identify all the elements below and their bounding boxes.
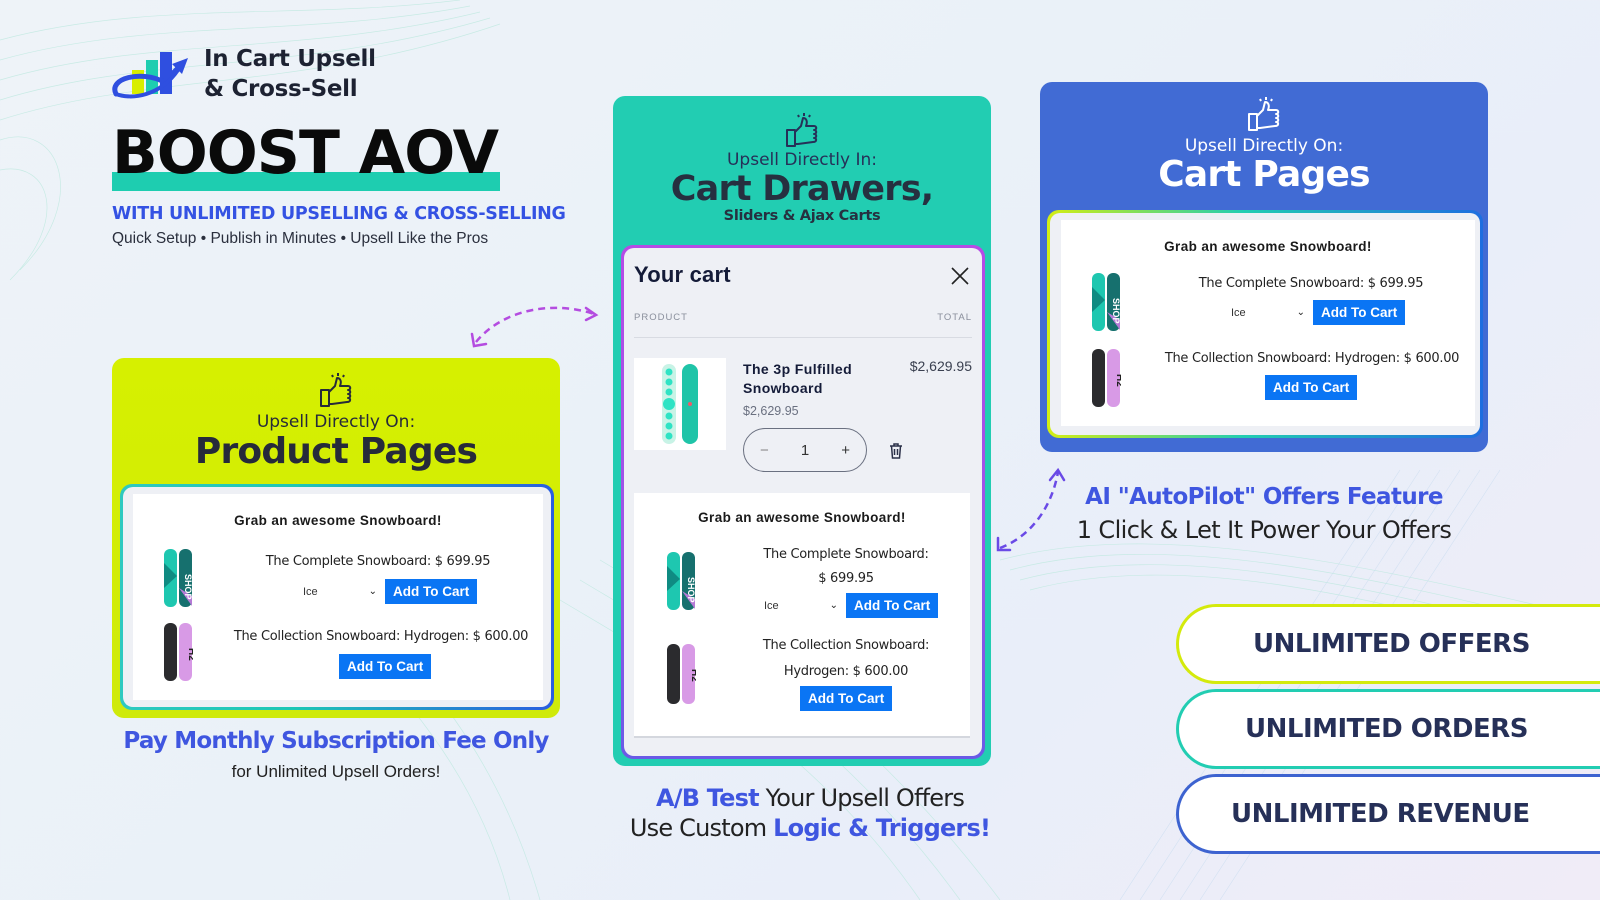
upsell-title: Grab an awesome Snowboard!	[1164, 239, 1372, 254]
card-subtitle: Sliders & Ajax Carts	[723, 208, 881, 224]
add-to-cart-button[interactable]: Add To Cart	[800, 686, 893, 711]
cart-item-total: $2,629.95	[909, 358, 972, 374]
snowboard-3p-image	[662, 364, 698, 444]
ab-test-line2: Use Custom Logic & Triggers!	[629, 814, 991, 842]
brand-header: In Cart Upsell & Cross-Sell	[112, 44, 376, 104]
cart-pages-card: Upsell Directly On: Cart Pages Grab an a…	[1040, 82, 1488, 452]
dashed-arrow-right	[996, 467, 1066, 552]
add-to-cart-button[interactable]: Add To Cart	[385, 579, 478, 604]
svg-text:H2: H2	[186, 648, 193, 661]
upsell-widget: Grab an awesome Snowboard! SHOP The Comp…	[133, 494, 543, 700]
divider	[634, 337, 972, 338]
upsell-item-name: The Collection Snowboard: Hydrogen: $ 60…	[1164, 351, 1460, 366]
benefit-pill-offers: UNLIMITED OFFERS	[1176, 604, 1600, 684]
trash-icon[interactable]	[889, 443, 903, 459]
product-pages-card: Upsell Directly On: Product Pages Grab a…	[112, 358, 560, 718]
upsell-item-name: The Complete Snowboard: $ 699.95	[763, 547, 929, 586]
card-kicker: Upsell Directly On:	[1184, 136, 1344, 156]
variant-value: Ice	[764, 599, 779, 612]
svg-text:H2: H2	[1114, 374, 1121, 387]
dashed-arrow-left	[470, 306, 599, 348]
snowboard-collection-image: H2	[667, 644, 696, 704]
variant-value: Ice	[1231, 306, 1246, 319]
snowboard-complete-image: SHOP	[667, 552, 696, 610]
snowboard-collection-image: H2	[164, 623, 193, 681]
cart-item-image	[634, 358, 726, 450]
hero-headline: BOOST AOV	[112, 118, 500, 191]
ab-test-line1: A/B Test Your Upsell Offers	[655, 784, 965, 812]
hero-subhead: WITH UNLIMITED UPSELLING & CROSS-SELLING	[112, 204, 566, 224]
variant-value: Ice	[303, 585, 318, 598]
benefit-pill-orders: UNLIMITED ORDERS	[1176, 689, 1600, 769]
benefit-label: UNLIMITED REVENUE	[1231, 799, 1530, 829]
svg-text:SHOP: SHOP	[686, 577, 696, 603]
benefit-label: UNLIMITED OFFERS	[1253, 629, 1530, 659]
quantity-increment-button[interactable]: +	[841, 442, 850, 459]
add-to-cart-button[interactable]: Add To Cart	[1265, 375, 1358, 400]
autopilot-title: AI "AutoPilot" Offers Feature	[1085, 484, 1443, 510]
snowboard-complete-image: SHOP	[1092, 273, 1121, 331]
chevron-down-icon: ⌄	[829, 600, 838, 611]
svg-text:H2: H2	[689, 669, 696, 682]
add-to-cart-button[interactable]: Add To Cart	[339, 654, 432, 679]
upsell-widget: Grab an awesome Snowboard! SHOP The Comp…	[634, 493, 970, 738]
cart-heading: Your cart	[634, 262, 731, 287]
upsell-item-name: The Complete Snowboard: $ 699.95	[1198, 276, 1424, 291]
card-title: Cart Drawers,	[670, 169, 934, 209]
column-product: PRODUCT	[634, 312, 688, 323]
card-title: Product Pages	[194, 431, 478, 472]
cart-drawer-card: Upsell Directly In: Cart Drawers, Slider…	[613, 96, 991, 766]
benefit-pill-revenue: UNLIMITED REVENUE	[1176, 774, 1600, 854]
svg-text:SHOP: SHOP	[1111, 298, 1121, 324]
snowboard-complete-image: SHOP	[164, 549, 193, 607]
add-to-cart-button[interactable]: Add To Cart	[846, 593, 939, 618]
brand-name-line2: & Cross-Sell	[204, 76, 358, 102]
chevron-down-icon: ⌄	[1296, 307, 1305, 318]
upsell-widget: Grab an awesome Snowboard! SHOP The Comp…	[1061, 220, 1475, 426]
card-kicker: Upsell Directly On:	[256, 412, 416, 432]
cart-drawer-frame: Your cart PRODUCT TOTAL The 3p Fulfilled…	[621, 245, 985, 759]
upsell-title: Grab an awesome Snowboard!	[698, 510, 906, 525]
chevron-down-icon: ⌄	[368, 586, 377, 597]
cart-item-unit-price: $2,629.95	[743, 404, 799, 418]
add-to-cart-button[interactable]: Add To Cart	[1313, 300, 1406, 325]
upsell-item-name: The Collection Snowboard: Hydrogen: $ 60…	[762, 638, 930, 679]
variant-select[interactable]: Ice ⌄	[1231, 300, 1309, 325]
thumbs-up-icon	[786, 113, 818, 147]
cart-item-name: The 3p Fulfilled Snowboard	[743, 361, 853, 396]
upsell-widget-frame: Grab an awesome Snowboard! SHOP The Comp…	[120, 484, 554, 710]
thumbs-up-icon	[1248, 97, 1280, 131]
variant-select[interactable]: Ice ⌄	[303, 579, 381, 604]
quantity-value[interactable]: 1	[801, 442, 809, 459]
thumbs-up-icon	[320, 373, 352, 407]
hero-tagline: Quick Setup • Publish in Minutes • Upsel…	[112, 230, 489, 247]
quantity-stepper: − 1 +	[743, 428, 867, 472]
column-total: TOTAL	[937, 312, 972, 323]
upsell-title: Grab an awesome Snowboard!	[234, 513, 442, 528]
close-icon[interactable]	[950, 266, 970, 286]
svg-text:SHOP: SHOP	[183, 574, 193, 600]
pricing-subtitle: for Unlimited Upsell Orders!	[231, 762, 441, 781]
quantity-decrement-button[interactable]: −	[760, 442, 769, 459]
upsell-item-name: The Complete Snowboard: $ 699.95	[265, 554, 491, 569]
autopilot-subtitle: 1 Click & Let It Power Your Offers	[1076, 516, 1452, 544]
card-kicker: Upsell Directly In:	[726, 150, 877, 170]
benefit-label: UNLIMITED ORDERS	[1245, 714, 1529, 744]
upsell-widget-frame: Grab an awesome Snowboard! SHOP The Comp…	[1047, 210, 1483, 438]
pricing-title: Pay Monthly Subscription Fee Only	[123, 728, 549, 754]
headline-text: BOOST AOV	[112, 118, 499, 188]
upsell-item-name: The Collection Snowboard: Hydrogen: $ 60…	[233, 629, 529, 644]
growth-chart-logo-icon	[112, 52, 188, 99]
card-title: Cart Pages	[1158, 154, 1370, 195]
variant-select[interactable]: Ice ⌄	[764, 593, 842, 618]
snowboard-collection-image: H2	[1092, 349, 1121, 407]
brand-name-line1: In Cart Upsell	[204, 46, 376, 72]
